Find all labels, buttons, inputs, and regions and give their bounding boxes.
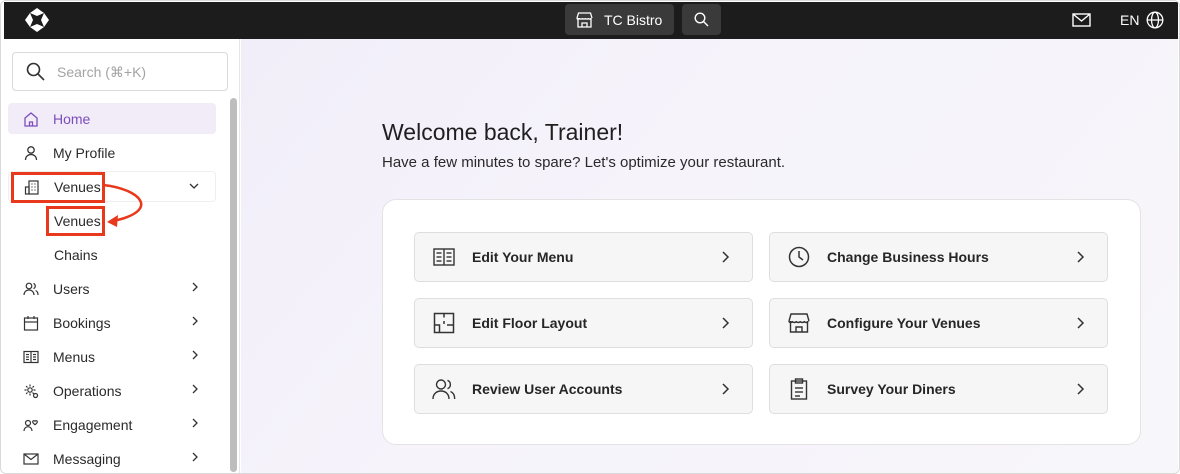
global-search-button[interactable]	[682, 4, 721, 35]
main-content: Welcome back, Trainer! Have a few minute…	[241, 39, 1178, 473]
configure-venues-button[interactable]: Configure Your Venues	[769, 298, 1108, 348]
users-icon	[23, 281, 39, 297]
sidebar-item-label: Bookings	[53, 314, 111, 331]
top-bar: TC Bistro EN	[4, 2, 1178, 39]
sidebar-item-label: My Profile	[53, 144, 116, 161]
sidebar-item-messaging[interactable]: Messaging	[8, 443, 216, 473]
sidebar-search[interactable]	[12, 52, 228, 91]
sidebar-item-users[interactable]: Users	[8, 273, 216, 304]
storefront-icon	[787, 311, 811, 335]
operations-icon	[23, 383, 39, 399]
action-label: Review User Accounts	[472, 381, 623, 397]
annotation-highlight-venues-subitem	[46, 206, 105, 236]
action-label: Change Business Hours	[827, 249, 989, 265]
sidebar-item-operations[interactable]: Operations	[8, 375, 216, 406]
sidebar-item-engagement[interactable]: Engagement	[8, 409, 216, 440]
chevron-right-icon	[722, 317, 730, 329]
action-label: Edit Floor Layout	[472, 315, 588, 331]
sidebar-item-label: Engagement	[53, 416, 133, 433]
page-subtitle: Have a few minutes to spare? Let's optim…	[382, 154, 786, 171]
sidebar-item-label: Menus	[53, 348, 96, 365]
chevron-right-icon	[192, 350, 198, 360]
sidebar-item-label: Users	[53, 280, 90, 297]
search-icon	[694, 12, 709, 27]
sidebar-subitem-chains[interactable]: Chains	[54, 242, 98, 268]
language-selector[interactable]: EN	[1120, 10, 1164, 30]
chevron-right-icon	[1077, 317, 1085, 329]
sidebar-item-bookings[interactable]: Bookings	[8, 307, 216, 338]
survey-diners-button[interactable]: Survey Your Diners	[769, 364, 1108, 414]
menu-book-icon	[23, 349, 39, 365]
sidebar-item-label: Messaging	[53, 450, 121, 467]
quick-actions-card: Edit Your Menu Change Business Hours Edi…	[382, 199, 1141, 445]
sidebar-item-label: Home	[53, 110, 91, 127]
action-label: Edit Your Menu	[472, 249, 574, 265]
logo-icon[interactable]	[24, 7, 50, 33]
review-user-accounts-button[interactable]: Review User Accounts	[414, 364, 753, 414]
edit-floor-layout-button[interactable]: Edit Floor Layout	[414, 298, 753, 348]
venue-switcher-button[interactable]: TC Bistro	[565, 4, 674, 35]
clipboard-icon	[787, 377, 811, 401]
chevron-right-icon	[722, 383, 730, 395]
home-icon	[23, 111, 39, 127]
storefront-icon	[576, 11, 593, 28]
action-label: Survey Your Diners	[827, 381, 956, 397]
chevron-right-icon	[192, 384, 198, 394]
chevron-right-icon	[722, 251, 730, 263]
app-window: TC Bistro EN Search (⌘+K) Home My Profil…	[0, 0, 1180, 474]
search-input[interactable]	[57, 63, 207, 80]
sidebar-item-label: Operations	[53, 382, 122, 399]
engagement-icon	[23, 417, 39, 433]
mail-icon	[23, 451, 39, 467]
floor-plan-icon	[432, 311, 456, 335]
search-icon	[26, 62, 45, 81]
action-label: Configure Your Venues	[827, 315, 981, 331]
calendar-icon	[23, 315, 39, 331]
chevron-right-icon	[1077, 251, 1085, 263]
chevron-right-icon	[192, 282, 198, 292]
user-icon	[23, 145, 39, 161]
mail-icon	[1071, 13, 1091, 27]
language-code: EN	[1120, 12, 1140, 28]
mail-button[interactable]	[1070, 10, 1092, 30]
annotation-arrow	[102, 183, 143, 227]
sidebar-scrollbar[interactable]	[230, 98, 237, 472]
page-title: Welcome back, Trainer!	[382, 119, 624, 145]
sidebar-subitem-label: Chains	[54, 247, 98, 263]
chevron-down-icon	[189, 183, 199, 189]
sidebar-item-menus[interactable]: Menus	[8, 341, 216, 372]
sidebar-item-my-profile[interactable]: My Profile	[8, 137, 216, 168]
chevron-right-icon	[1077, 383, 1085, 395]
clock-icon	[787, 245, 811, 269]
open-book-icon	[432, 245, 456, 269]
annotation-highlight-venues	[11, 172, 105, 203]
users-icon	[432, 377, 456, 401]
sidebar-item-home[interactable]: Home	[8, 103, 216, 134]
edit-menu-button[interactable]: Edit Your Menu	[414, 232, 753, 282]
sidebar: Home My Profile Venues Venues Chains Use	[4, 39, 240, 473]
chevron-right-icon	[192, 418, 198, 428]
venue-name: TC Bistro	[604, 11, 663, 28]
globe-icon	[1147, 11, 1164, 29]
change-business-hours-button[interactable]: Change Business Hours	[769, 232, 1108, 282]
chevron-right-icon	[192, 316, 198, 326]
chevron-right-icon	[192, 452, 198, 462]
